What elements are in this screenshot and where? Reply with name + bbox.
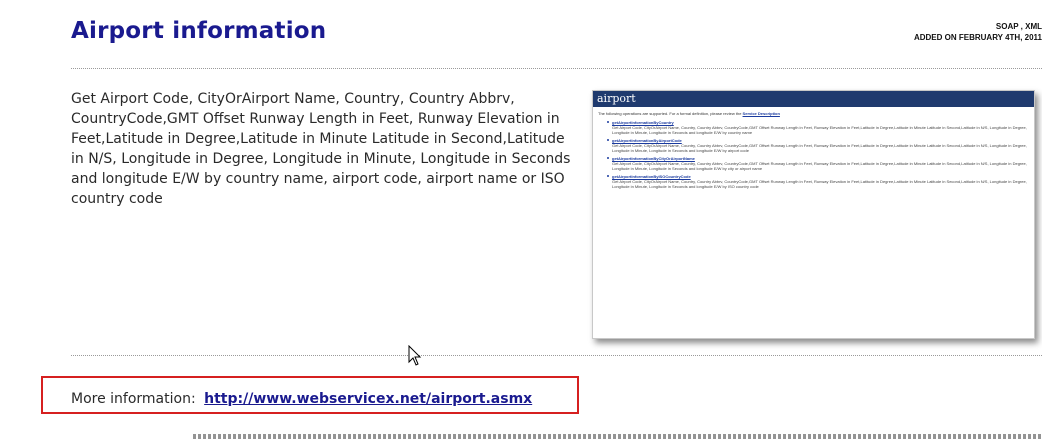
more-information-label: More information: [71,391,196,407]
post-meta: SOAP , XML ADDED ON FEBRUARY 4TH, 2011 [914,21,1042,43]
thumbnail-operation: getAirportInformationByCityOrAirportName… [607,156,1029,171]
thumbnail-service-description-link: Service Description [742,111,780,116]
truncated-next-content [193,434,1042,439]
added-date: ADDED ON FEBRUARY 4TH, 2011 [913,33,1042,42]
service-screenshot-thumbnail[interactable]: airport The following operations are sup… [592,90,1035,339]
thumbnail-intro: The following operations are supported. … [598,111,1029,116]
thumbnail-operation-desc: Get Airport Code, CityOrAirport Name, Co… [612,179,1027,189]
thumbnail-operation-desc: Get Airport Code, CityOrAirport Name, Co… [612,161,1027,171]
service-url-link[interactable]: http://www.webservicex.net/airport.asmx [204,391,532,407]
tags-label: SOAP , XML [995,22,1042,31]
thumbnail-operation-desc: Get Airport Code, CityOrAirport Name, Co… [612,125,1027,135]
page-title: Airport information [71,18,327,44]
thumbnail-operation: getAirportInformationByCountry Get Airpo… [607,120,1029,135]
thumbnail-operation: getAirportInformationByAirportCode Get A… [607,138,1029,153]
top-divider [71,68,1042,69]
thumbnail-header: airport [593,91,1034,107]
thumbnail-intro-text: The following operations are supported. … [598,111,742,116]
thumbnail-operation-desc: Get Airport Code, CityOrAirport Name, Co… [612,143,1027,153]
thumbnail-operation: getAirportInformationByISOCountryCode Ge… [607,174,1029,189]
thumbnail-body: The following operations are supported. … [593,107,1034,189]
bottom-divider [71,355,1042,356]
service-description: Get Airport Code, CityOrAirport Name, Co… [71,91,571,207]
more-information: More information: http://www.webservicex… [71,391,532,407]
mouse-pointer-icon [408,345,422,366]
